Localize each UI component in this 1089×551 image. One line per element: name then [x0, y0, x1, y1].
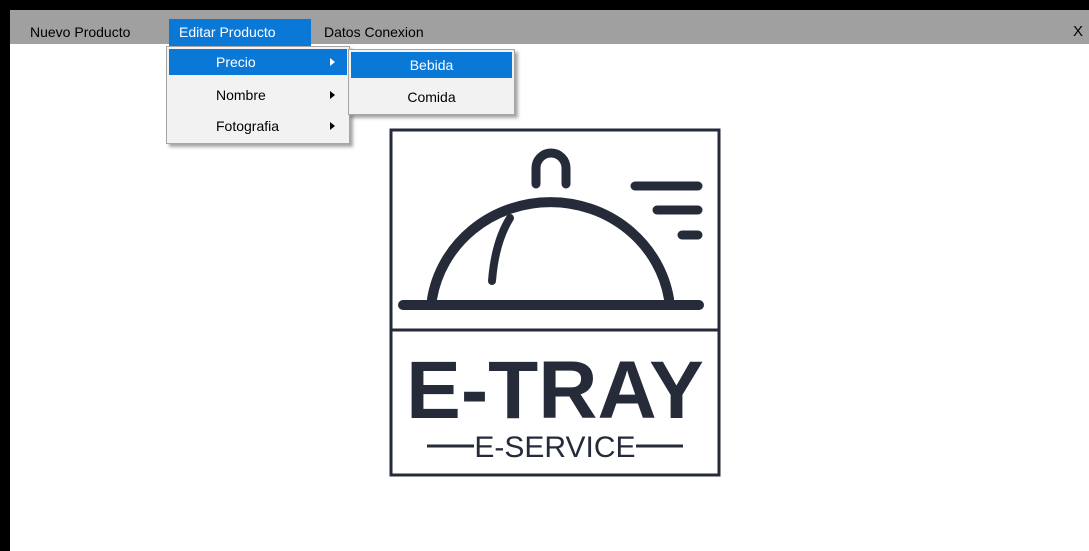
dropdown-item-label: Fotografia — [216, 118, 280, 134]
close-button[interactable]: X — [1073, 19, 1083, 46]
dropdown-item-nombre[interactable]: Nombre — [169, 82, 347, 108]
submenu-item-label: Bebida — [409, 57, 454, 73]
menu-nuevo-producto[interactable]: Nuevo Producto — [20, 19, 169, 46]
submenu-item-bebida[interactable]: Bebida — [351, 52, 512, 78]
editar-producto-dropdown: Precio Nombre Fotografia — [166, 46, 350, 144]
submenu-arrow-icon — [330, 58, 335, 66]
logo-subtitle: E-SERVICE — [474, 431, 635, 464]
dropdown-item-fotografia[interactable]: Fotografia — [169, 113, 347, 139]
menu-editar-producto[interactable]: Editar Producto — [169, 19, 311, 46]
etray-logo: E-TRAY E-SERVICE — [389, 128, 721, 477]
dropdown-item-precio[interactable]: Precio — [169, 49, 347, 75]
window-border-top — [0, 0, 1089, 10]
submenu-item-comida[interactable]: Comida — [351, 84, 512, 110]
logo-title: E-TRAY — [406, 345, 704, 436]
submenu-item-label: Comida — [407, 89, 456, 105]
menu-bar: Nuevo Producto Editar Producto Datos Con… — [10, 10, 1089, 46]
dropdown-item-label: Nombre — [216, 87, 266, 103]
dropdown-item-label: Precio — [216, 54, 256, 70]
precio-submenu: Bebida Comida — [348, 49, 515, 115]
window-border-left — [0, 0, 10, 551]
submenu-arrow-icon — [330, 91, 335, 99]
submenu-arrow-icon — [330, 122, 335, 130]
menu-datos-conexion[interactable]: Datos Conexion — [314, 19, 444, 46]
